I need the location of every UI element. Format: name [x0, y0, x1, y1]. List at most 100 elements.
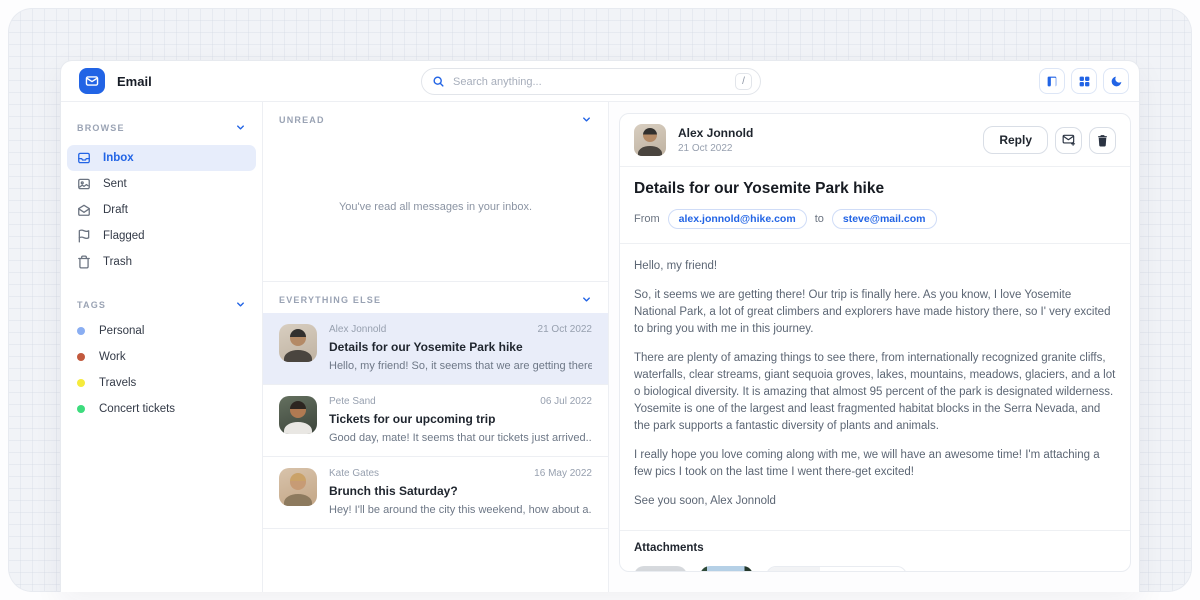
topbar: Email / — [61, 61, 1139, 102]
mail-sender: Alex Jonnold — [329, 324, 386, 335]
detail-actions: Reply — [983, 126, 1116, 154]
tag-label: Concert tickets — [99, 403, 175, 415]
reading-pane-button[interactable] — [1039, 68, 1065, 94]
sender-avatar — [279, 468, 317, 506]
sidebar-item-label: Flagged — [103, 230, 145, 242]
unread-label: UNREAD — [279, 115, 325, 125]
detail-header: Alex Jonnold 21 Oct 2022 Reply — [620, 114, 1130, 167]
mail-subject: Tickets for our upcoming trip — [329, 412, 592, 426]
sidebar-item-inbox[interactable]: Inbox — [67, 145, 256, 171]
envelope-logo-icon — [85, 74, 99, 88]
apps-grid-button[interactable] — [1071, 68, 1097, 94]
tags-section: TAGS Personal Work Travels — [77, 291, 246, 422]
mail-detail-card: Alex Jonnold 21 Oct 2022 Reply — [619, 113, 1131, 572]
search-shortcut-badge: / — [735, 73, 752, 90]
detail-from-row: From alex.jonnold@hike.com to steve@mail… — [634, 209, 1116, 229]
attachment-image-half-dome[interactable] — [700, 566, 753, 572]
delete-email-button[interactable] — [1089, 127, 1116, 154]
topbar-actions — [1039, 68, 1129, 94]
tag-label: Travels — [99, 377, 136, 389]
chevron-down-icon[interactable] — [581, 294, 592, 305]
sidebar-item-label: Draft — [103, 204, 128, 216]
everything-else-label: EVERYTHING ELSE — [279, 295, 381, 305]
sidebar-item-sent[interactable]: Sent — [67, 171, 256, 197]
to-email-chip[interactable]: steve@mail.com — [832, 209, 937, 229]
tag-color-dot — [77, 327, 85, 335]
mail-list-pane: UNREAD You've read all messages in your … — [263, 102, 609, 592]
tag-item-personal[interactable]: Personal — [77, 318, 246, 344]
mail-sender: Pete Sand — [329, 396, 376, 407]
tag-item-travels[interactable]: Travels — [77, 370, 246, 396]
from-label: From — [634, 213, 660, 225]
from-email-chip[interactable]: alex.jonnold@hike.com — [668, 209, 807, 229]
moon-icon — [1110, 75, 1123, 88]
to-label: to — [815, 213, 824, 225]
tag-color-dot — [77, 353, 85, 361]
search-icon — [432, 75, 445, 88]
search-bar[interactable]: / — [421, 68, 761, 95]
mail-preview: Hello, my friend! So, it seems that we a… — [329, 360, 592, 372]
mail-date: 16 May 2022 — [534, 468, 592, 479]
email-paragraph: So, it seems we are getting there! Our t… — [634, 287, 1116, 338]
book-icon — [1046, 75, 1059, 88]
chevron-down-icon[interactable] — [235, 299, 246, 310]
sender-avatar — [279, 324, 317, 362]
attachment-image-valley[interactable] — [634, 566, 687, 572]
search-input[interactable] — [453, 76, 727, 88]
everything-else-section: EVERYTHING ELSE Alex Jonnold 21 Oct 2022… — [263, 281, 608, 529]
everything-else-header: EVERYTHING ELSE — [263, 282, 608, 313]
mail-preview: Hey! I'll be around the city this weeken… — [329, 504, 592, 516]
browse-section-header: BROWSE — [77, 114, 246, 141]
trash-icon — [77, 255, 91, 269]
mail-date: 06 Jul 2022 — [540, 396, 592, 407]
dark-mode-button[interactable] — [1103, 68, 1129, 94]
app-logo — [79, 68, 105, 94]
sidebar-item-trash[interactable]: Trash — [67, 249, 256, 275]
mail-detail-pane: Alex Jonnold 21 Oct 2022 Reply — [609, 102, 1139, 592]
tag-item-concert-tickets[interactable]: Concert tickets — [77, 396, 246, 422]
attachments-section: Attachments videos-hike.zip — [620, 531, 1130, 572]
sidebar-item-flagged[interactable]: Flagged — [67, 223, 256, 249]
forward-email-button[interactable] — [1055, 127, 1082, 154]
email-paragraph: Hello, my friend! — [634, 258, 1116, 275]
sidebar-item-draft[interactable]: Draft — [67, 197, 256, 223]
chevron-down-icon[interactable] — [235, 122, 246, 133]
tags-section-header: TAGS — [77, 291, 246, 318]
browse-label: BROWSE — [77, 123, 125, 133]
reply-button[interactable]: Reply — [983, 126, 1048, 154]
sender-avatar — [279, 396, 317, 434]
email-paragraph: I really hope you love coming along with… — [634, 447, 1116, 481]
unread-empty-state: You've read all messages in your inbox. — [263, 133, 608, 281]
tag-label: Work — [99, 351, 126, 363]
attachment-file-card[interactable]: videos-hike.zip 100 MB — [766, 566, 907, 572]
tags-label: TAGS — [77, 300, 106, 310]
flag-icon — [77, 229, 91, 243]
sender-avatar — [634, 124, 666, 156]
unread-section-header: UNREAD — [263, 102, 608, 133]
mail-list-item-pete[interactable]: Pete Sand 06 Jul 2022 Tickets for our up… — [263, 385, 608, 457]
inbox-icon — [77, 151, 91, 165]
detail-subject-block: Details for our Yosemite Park hike From … — [620, 167, 1130, 244]
chevron-down-icon[interactable] — [581, 114, 592, 125]
app-title: Email — [117, 74, 152, 89]
email-paragraph: See you soon, Alex Jonnold — [634, 493, 1116, 510]
email-paragraph: There are plenty of amazing things to se… — [634, 350, 1116, 435]
draft-icon — [77, 203, 91, 217]
browse-nav: Inbox Sent Draft — [77, 145, 246, 275]
sidebar: BROWSE Inbox Sent — [61, 102, 263, 592]
grid-icon — [1078, 75, 1091, 88]
tag-color-dot — [77, 379, 85, 387]
attachments-label: Attachments — [634, 542, 1116, 554]
tag-label: Personal — [99, 325, 144, 337]
mail-list-item-kate[interactable]: Kate Gates 16 May 2022 Brunch this Satur… — [263, 457, 608, 529]
mail-sender: Kate Gates — [329, 468, 379, 479]
sidebar-item-label: Trash — [103, 256, 132, 268]
tag-color-dot — [77, 405, 85, 413]
sent-icon — [77, 177, 91, 191]
sidebar-item-label: Inbox — [103, 152, 134, 164]
detail-subject: Details for our Yosemite Park hike — [634, 180, 1116, 198]
mail-list-item-alex[interactable]: Alex Jonnold 21 Oct 2022 Details for our… — [263, 313, 608, 385]
tag-item-work[interactable]: Work — [77, 344, 246, 370]
envelope-plus-icon — [1062, 133, 1076, 147]
mail-date: 21 Oct 2022 — [538, 324, 592, 335]
